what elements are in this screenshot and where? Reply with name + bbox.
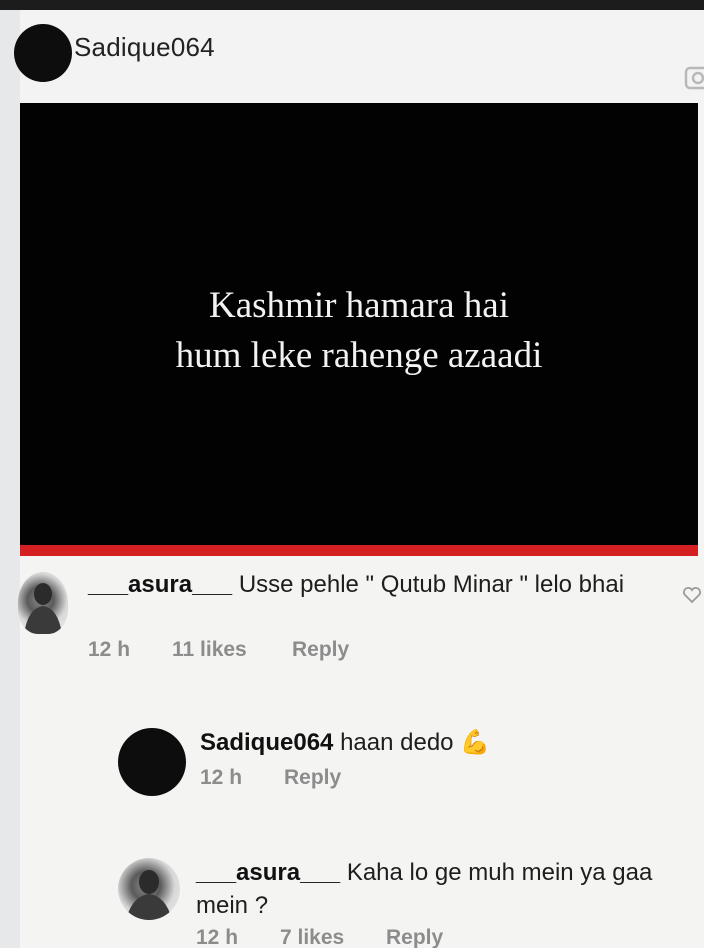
comment-time: 12 h <box>88 638 131 661</box>
reply-content: haan dedo <box>340 729 454 756</box>
reply-author-avatar[interactable] <box>118 728 186 796</box>
commenter-avatar[interactable] <box>18 572 68 634</box>
reply-button[interactable]: Reply <box>284 766 341 790</box>
reply-text: ___asura___ Kaha lo ge muh mein ya gaa m… <box>196 856 704 922</box>
avatar-silhouette-icon <box>24 583 62 634</box>
reply-likes[interactable]: 7 likes <box>280 926 386 948</box>
reply-meta: 12 h 7 likes Reply <box>196 926 443 948</box>
post-author-avatar[interactable] <box>14 24 72 82</box>
reply-author-avatar[interactable] <box>118 858 180 920</box>
post-header: Sadique064 <box>14 10 704 102</box>
video-progress-fill <box>20 545 698 556</box>
reply-button[interactable]: Reply <box>386 926 443 948</box>
reply-username[interactable]: Sadique064 <box>200 729 333 756</box>
camera-icon[interactable] <box>684 58 704 92</box>
post-image-line-2: hum leke rahenge azaadi <box>175 335 543 376</box>
comment-meta: 12 h 11 likes Reply <box>88 638 349 662</box>
comment-reply: Sadique064 haan dedo 💪 12 h Reply <box>0 720 704 800</box>
reply-text: Sadique064 haan dedo 💪 <box>200 726 680 759</box>
reply-time: 12 h <box>200 766 243 789</box>
status-bar <box>0 0 704 10</box>
post-author-username[interactable]: Sadique064 <box>74 32 215 63</box>
flexed-biceps-emoji: 💪 <box>460 728 491 756</box>
post-image[interactable]: Kashmir hamara hai hum leke rahenge azaa… <box>20 103 698 545</box>
comment-content: Usse pehle " Qutub Minar " lelo bhai <box>238 571 625 598</box>
reply-meta: 12 h Reply <box>200 766 341 790</box>
left-edge <box>0 10 20 948</box>
post-image-text: Kashmir hamara hai hum leke rahenge azaa… <box>20 281 698 381</box>
reply-time: 12 h <box>196 926 239 948</box>
comment-likes[interactable]: 11 likes <box>172 638 292 662</box>
comment-username[interactable]: ___asura___ <box>88 571 232 598</box>
post-image-line-1: Kashmir hamara hai <box>209 285 509 326</box>
video-progress-bar[interactable] <box>20 545 698 556</box>
comment-text: ___asura___ Usse pehle " Qutub Minar " l… <box>88 568 648 601</box>
heart-outline-icon[interactable] <box>682 586 702 604</box>
avatar-silhouette-icon <box>126 870 172 920</box>
comment: ___asura___ Usse pehle " Qutub Minar " l… <box>0 560 704 670</box>
reply-button[interactable]: Reply <box>292 638 349 662</box>
reply-username[interactable]: ___asura___ <box>196 859 340 886</box>
comment-reply: ___asura___ Kaha lo ge muh mein ya gaa m… <box>0 850 704 948</box>
